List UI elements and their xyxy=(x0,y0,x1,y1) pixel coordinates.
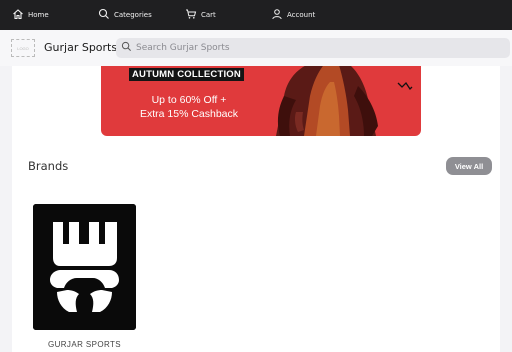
promo-banner[interactable]: AUTUMN COLLECTION Up to 60% Off + Extra … xyxy=(101,66,421,136)
search-icon xyxy=(121,39,132,57)
banner-collection-label: AUTUMN COLLECTION xyxy=(129,68,244,81)
user-icon xyxy=(271,8,283,22)
nav-categories-label: Categories xyxy=(114,11,152,19)
zigzag-decoration xyxy=(397,81,413,91)
brand-card-label: GURJAR SPORTS xyxy=(47,340,122,349)
banner-offer-line1: Up to 60% Off + xyxy=(151,94,227,106)
nav-cart[interactable]: Cart xyxy=(185,0,216,30)
home-icon xyxy=(12,8,24,22)
nav-account[interactable]: Account xyxy=(271,0,315,30)
brands-heading: Brands xyxy=(28,159,69,173)
brand-logo-image xyxy=(33,204,136,330)
nav-account-label: Account xyxy=(287,11,316,19)
banner-offer-line2: Extra 15% Cashback xyxy=(139,108,239,120)
logo-placeholder[interactable]: LOGO xyxy=(11,39,35,57)
nav-cart-label: Cart xyxy=(201,11,216,19)
banner-model-image xyxy=(276,66,378,136)
cart-icon xyxy=(185,8,197,22)
search-bar[interactable] xyxy=(116,38,510,58)
nav-home[interactable]: Home xyxy=(12,0,49,30)
search-input[interactable] xyxy=(136,43,496,53)
store-name[interactable]: Gurjar Sports xyxy=(44,41,117,54)
search-icon xyxy=(98,8,110,22)
brand-card[interactable] xyxy=(33,204,136,330)
top-navigation: Home Categories Cart Account xyxy=(0,0,512,30)
banner-offer: Up to 60% Off + Extra 15% Cashback xyxy=(129,93,249,121)
nav-categories[interactable]: Categories xyxy=(98,0,152,30)
view-all-button[interactable]: View All xyxy=(446,157,492,175)
nav-home-label: Home xyxy=(28,11,49,19)
